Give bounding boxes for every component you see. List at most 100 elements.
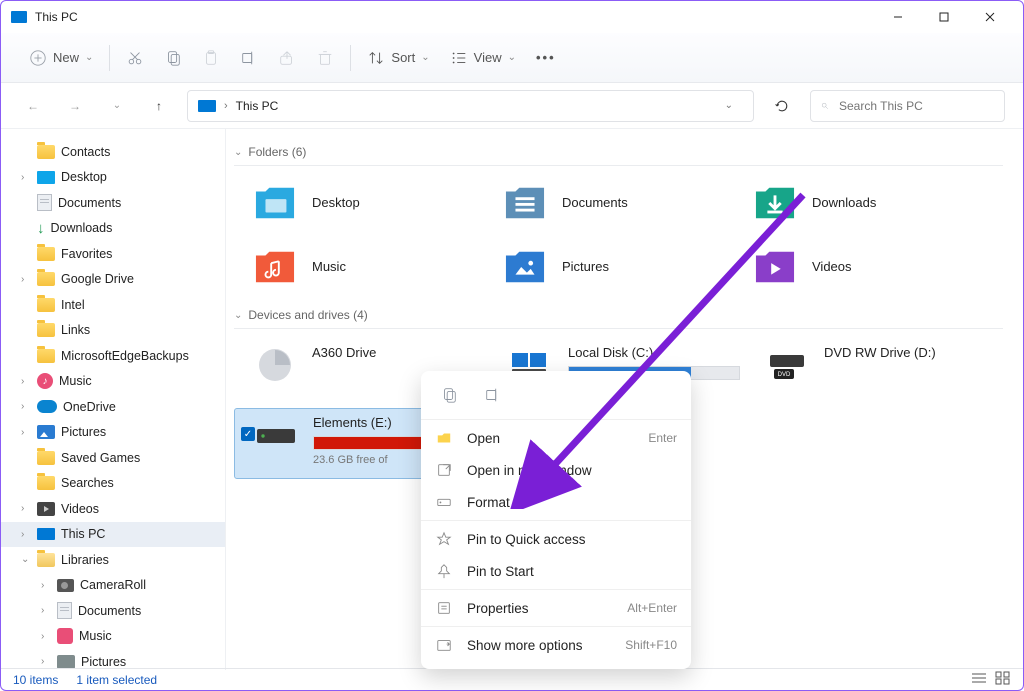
address-bar[interactable]: › This PC ⌄ — [187, 90, 754, 122]
folder-tile-music[interactable]: Music — [234, 240, 484, 304]
folder-tile-videos[interactable]: Videos — [734, 240, 984, 304]
refresh-button[interactable] — [768, 98, 796, 114]
maximize-button[interactable] — [921, 2, 967, 32]
breadcrumb-this-pc[interactable]: This PC — [236, 99, 279, 113]
drives-group-header[interactable]: ⌄ Devices and drives (4) — [234, 308, 1003, 329]
sidebar-item-music[interactable]: ›♪Music — [1, 369, 225, 395]
context-copy-button[interactable] — [435, 381, 463, 409]
context-item-open-in-new-window[interactable]: Open in new window — [421, 454, 691, 486]
sidebar-item-searches[interactable]: Searches — [1, 471, 225, 497]
sidebar-item-pictures[interactable]: › Pictures — [1, 420, 225, 446]
sidebar-item-this-pc[interactable]: › This PC — [1, 522, 225, 548]
sidebar-item-videos[interactable]: ›Videos — [1, 496, 225, 522]
sidebar-item-label: Videos — [61, 502, 99, 516]
sidebar-item-contacts[interactable]: Contacts — [1, 139, 225, 165]
search-box[interactable] — [810, 90, 1005, 122]
sidebar-item-label: Pictures — [61, 425, 106, 439]
view-button[interactable]: View ⌄ — [440, 43, 526, 73]
search-input[interactable] — [839, 99, 994, 113]
context-separator — [421, 626, 691, 627]
sidebar-item-label: MicrosoftEdgeBackups — [61, 349, 189, 363]
rename-button[interactable] — [230, 43, 268, 73]
sidebar-item-downloads[interactable]: ↓ Downloads — [1, 216, 225, 242]
sidebar-item-google-drive[interactable]: ›Google Drive — [1, 267, 225, 293]
status-item-count: 10 items — [13, 673, 58, 687]
details-view-button[interactable] — [971, 671, 987, 688]
this-pc-icon — [198, 100, 216, 112]
cut-button[interactable] — [116, 43, 154, 73]
new-button[interactable]: New ⌄ — [19, 43, 103, 73]
sidebar-item-favorites[interactable]: Favorites — [1, 241, 225, 267]
folder-tile-desktop[interactable]: Desktop — [234, 176, 484, 240]
chevron-down-icon[interactable]: ⌄ — [725, 100, 733, 111]
sidebar-item-intel[interactable]: Intel — [1, 292, 225, 318]
sidebar-item-label: This PC — [61, 527, 105, 541]
ellipsis-icon: ••• — [536, 50, 556, 65]
star-icon — [435, 530, 453, 548]
sidebar-item-desktop[interactable]: ›Desktop — [1, 165, 225, 191]
drive-tile-dvd-rw-drive-d-[interactable]: DVDDVD RW Drive (D:) — [746, 339, 1002, 408]
sidebar-item-label: Documents — [78, 604, 141, 618]
folder-icon — [37, 349, 55, 363]
sidebar-item-microsoftedgebackups[interactable]: MicrosoftEdgeBackups — [1, 343, 225, 369]
chevron-icon: › — [21, 427, 31, 438]
folder-icon — [37, 247, 55, 261]
delete-button[interactable] — [306, 43, 344, 73]
plus-circle-icon — [29, 49, 47, 67]
context-item-show-more-options[interactable]: Show more optionsShift+F10 — [421, 629, 691, 661]
title-bar: This PC — [1, 1, 1023, 33]
context-item-properties[interactable]: PropertiesAlt+Enter — [421, 592, 691, 624]
context-item-label: Open — [467, 431, 500, 446]
minimize-button[interactable] — [875, 2, 921, 32]
more-button[interactable]: ••• — [526, 44, 566, 71]
sidebar-item-libraries[interactable]: ⌄Libraries — [1, 547, 225, 573]
context-rename-button[interactable] — [479, 381, 507, 409]
folder-label: Pictures — [562, 259, 609, 274]
rename-icon — [240, 49, 258, 67]
close-button[interactable] — [967, 2, 1013, 32]
folder-tile-downloads[interactable]: Downloads — [734, 176, 984, 240]
chevron-right-icon: › — [224, 100, 228, 112]
videos-icon — [37, 502, 55, 516]
downloads-icon: ↓ — [37, 220, 45, 237]
sidebar-item-label: Links — [61, 323, 90, 337]
sort-button[interactable]: Sort ⌄ — [357, 43, 439, 73]
forward-button[interactable]: → — [61, 99, 89, 113]
paste-button[interactable] — [192, 43, 230, 73]
sidebar-item-cameraroll[interactable]: ›CameraRoll — [1, 573, 225, 599]
up-button[interactable]: ↑ — [145, 99, 173, 113]
documents-folder-icon — [502, 182, 548, 222]
sidebar-item-links[interactable]: Links — [1, 318, 225, 344]
sidebar-item-documents[interactable]: ›Documents — [1, 598, 225, 624]
chevron-icon: › — [41, 656, 51, 667]
copy-button[interactable] — [154, 43, 192, 73]
sidebar-item-music[interactable]: ›Music — [1, 624, 225, 650]
folder-icon — [37, 298, 55, 312]
context-item-pin-to-start[interactable]: Pin to Start — [421, 555, 691, 587]
context-item-label: Format… — [467, 495, 523, 510]
folders-group-header[interactable]: ⌄ Folders (6) — [234, 145, 1003, 166]
sidebar-item-label: Downloads — [51, 221, 113, 235]
thumbnails-view-button[interactable] — [995, 671, 1011, 688]
chevron-down-icon: ⌄ — [85, 52, 93, 63]
chevron-icon: › — [21, 529, 31, 540]
folder-tile-pictures[interactable]: Pictures — [484, 240, 734, 304]
context-item-label: Pin to Quick access — [467, 532, 586, 547]
sidebar-item-pictures[interactable]: ›Pictures — [1, 649, 225, 670]
sidebar-item-saved-games[interactable]: Saved Games — [1, 445, 225, 471]
folder-tile-documents[interactable]: Documents — [484, 176, 734, 240]
context-item-pin-to-quick-access[interactable]: Pin to Quick access — [421, 523, 691, 555]
share-button[interactable] — [268, 43, 306, 73]
chevron-down-icon: ⌄ — [508, 52, 516, 63]
recent-button[interactable]: ⌄ — [103, 100, 131, 111]
sidebar-item-documents[interactable]: Documents — [1, 190, 225, 216]
sidebar-item-onedrive[interactable]: ›OneDrive — [1, 394, 225, 420]
chevron-icon: › — [41, 631, 51, 642]
properties-icon — [435, 599, 453, 617]
navigation-pane[interactable]: Contacts›DesktopDocuments↓DownloadsFavor… — [1, 129, 226, 670]
context-item-format-[interactable]: Format… — [421, 486, 691, 518]
drive-name: Local Disk (C:) — [568, 345, 740, 360]
back-button[interactable]: ← — [19, 99, 47, 113]
context-item-open[interactable]: OpenEnter — [421, 422, 691, 454]
chevron-icon: ⌄ — [21, 554, 31, 565]
